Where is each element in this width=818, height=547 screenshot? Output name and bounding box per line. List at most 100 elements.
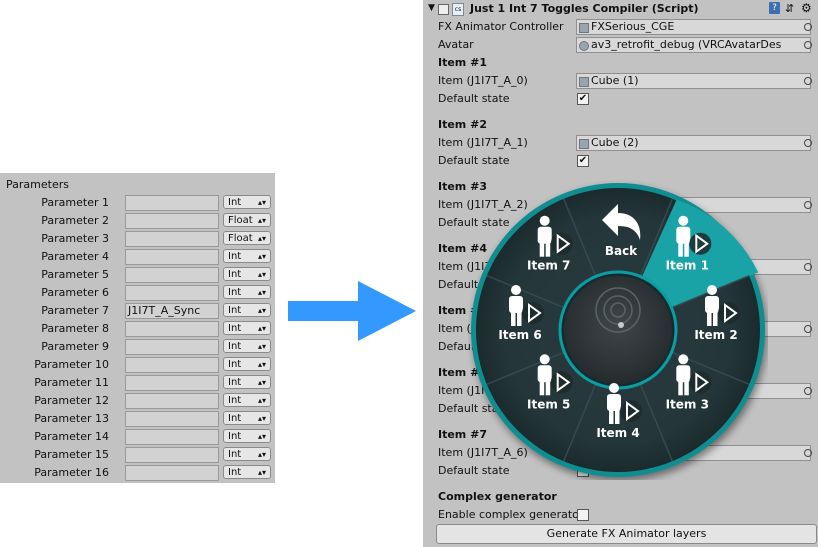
parameter-row: Parameter 11 Int ▴▾: [0, 374, 275, 392]
fx-controller-value: FXSerious_CGE: [591, 20, 675, 33]
item-section-title: Item #2: [438, 118, 487, 131]
parameter-row: Parameter 6 Int ▴▾: [0, 284, 275, 302]
fx-controller-field[interactable]: FXSerious_CGE: [576, 19, 811, 35]
parameter-label: Parameter 2: [41, 214, 109, 227]
parameter-type-select[interactable]: Int ▴▾: [223, 285, 271, 299]
parameter-row: Parameter 1 Int ▴▾: [0, 194, 275, 212]
dropdown-arrows-icon: ▴▾: [257, 324, 266, 333]
dropdown-arrows-icon: ▴▾: [257, 306, 266, 315]
default-state-label: Default state: [438, 92, 510, 105]
complex-generator-label: Enable complex generator: [438, 508, 584, 521]
parameter-type-value: Int: [228, 251, 242, 262]
dropdown-arrows-icon: ▴▾: [257, 342, 266, 351]
parameter-row: Parameter 12 Int ▴▾: [0, 392, 275, 410]
fx-controller-label: FX Animator Controller: [438, 20, 564, 33]
right-arrow-icon: [288, 281, 416, 341]
object-picker-icon[interactable]: [804, 325, 812, 333]
menu-item-label: Item 6: [498, 328, 541, 342]
object-picker-icon[interactable]: [804, 263, 812, 271]
parameter-type-select[interactable]: Int ▴▾: [223, 447, 271, 461]
parameter-type-select[interactable]: Int ▴▾: [223, 357, 271, 371]
menu-center[interactable]: [564, 276, 672, 384]
parameters-panel: Parameters Parameter 1 Int ▴▾ Parameter 2 …: [0, 173, 275, 483]
parameter-name-field[interactable]: [125, 339, 219, 355]
object-picker-icon[interactable]: [804, 387, 812, 395]
item-object-field[interactable]: Cube (2): [576, 135, 811, 151]
menu-item-label: Item 3: [666, 397, 709, 411]
parameter-row: Parameter 9 Int ▴▾: [0, 338, 275, 356]
default-state-checkbox[interactable]: ✔: [577, 93, 589, 105]
parameter-name-field[interactable]: [125, 429, 219, 445]
parameter-type-value: Float: [228, 215, 253, 226]
parameter-name-field[interactable]: [125, 267, 219, 283]
parameter-type-select[interactable]: Int ▴▾: [223, 411, 271, 425]
parameter-label: Parameter 8: [41, 322, 109, 335]
dropdown-arrows-icon: ▴▾: [257, 378, 266, 387]
dropdown-arrows-icon: ▴▾: [257, 396, 266, 405]
script-icon: cs: [452, 3, 464, 16]
complex-generator-checkbox[interactable]: [577, 509, 589, 521]
complex-generator-title: Complex generator: [438, 490, 557, 503]
parameter-name-field[interactable]: [125, 375, 219, 391]
parameter-name-field[interactable]: J1I7T_A_Sync: [125, 303, 219, 319]
parameter-label: Parameter 12: [34, 394, 109, 407]
parameter-type-select[interactable]: Int ▴▾: [223, 339, 271, 353]
parameter-type-select[interactable]: Int ▴▾: [223, 465, 271, 479]
parameter-name-field[interactable]: [125, 465, 219, 481]
default-state-checkbox[interactable]: ✔: [577, 155, 589, 167]
parameter-name-field[interactable]: [125, 357, 219, 373]
parameter-label: Parameter 10: [34, 358, 109, 371]
parameter-type-select[interactable]: Int ▴▾: [223, 303, 271, 317]
parameter-type-select[interactable]: Float ▴▾: [223, 213, 271, 227]
parameter-name-field[interactable]: [125, 249, 219, 265]
object-picker-icon[interactable]: [804, 41, 812, 49]
avatar-field[interactable]: av3_retrofit_debug (VRCAvatarDes: [576, 37, 811, 53]
parameter-name-field[interactable]: [125, 213, 219, 229]
dropdown-arrows-icon: ▴▾: [257, 414, 266, 423]
menu-item-label: Item 5: [527, 397, 570, 411]
parameter-label: Parameter 16: [34, 466, 109, 479]
help-icon[interactable]: ?: [769, 2, 780, 14]
item-object-label: Item (J1I7T_A_1): [438, 136, 528, 149]
animator-icon: [579, 23, 589, 33]
enable-checkbox[interactable]: [438, 4, 449, 15]
dropdown-arrows-icon: ▴▾: [257, 198, 266, 207]
parameter-type-select[interactable]: Int ▴▾: [223, 267, 271, 281]
parameter-type-value: Int: [228, 323, 242, 334]
parameter-type-select[interactable]: Int ▴▾: [223, 321, 271, 335]
object-picker-icon[interactable]: [804, 449, 812, 457]
play-toggle-icon: [550, 232, 573, 255]
avatar-value: av3_retrofit_debug (VRCAvatarDes: [591, 38, 782, 51]
foldout-arrow-icon[interactable]: ▼: [428, 3, 435, 13]
item-object-value: Cube (2): [591, 136, 639, 149]
parameter-type-select[interactable]: Int ▴▾: [223, 375, 271, 389]
parameter-name-field[interactable]: [125, 195, 219, 211]
generate-fx-layers-button[interactable]: Generate FX Animator layers: [436, 524, 817, 544]
parameter-type-value: Int: [228, 269, 242, 280]
object-picker-icon[interactable]: [804, 23, 812, 31]
object-picker-icon[interactable]: [804, 139, 812, 147]
radial-menu: Back Item 1 Item 2 Item 3 Item 4 Item 5 …: [471, 183, 767, 480]
parameter-type-select[interactable]: Float ▴▾: [223, 231, 271, 245]
presets-icon[interactable]: ⇵: [785, 2, 794, 15]
parameter-type-select[interactable]: Int ▴▾: [223, 195, 271, 209]
parameter-type-value: Int: [228, 395, 242, 406]
gear-icon[interactable]: ⚙: [801, 1, 812, 15]
object-picker-icon[interactable]: [804, 201, 812, 209]
dropdown-arrows-icon: ▴▾: [257, 234, 266, 243]
component-title: Just 1 Int 7 Toggles Compiler (Script): [470, 2, 699, 15]
parameter-name-field[interactable]: [125, 447, 219, 463]
parameter-name-field[interactable]: [125, 285, 219, 301]
parameter-name-field[interactable]: [125, 411, 219, 427]
parameter-type-select[interactable]: Int ▴▾: [223, 429, 271, 443]
parameter-type-select[interactable]: Int ▴▾: [223, 249, 271, 263]
parameter-row: Parameter 16 Int ▴▾: [0, 464, 275, 482]
dropdown-arrows-icon: ▴▾: [257, 288, 266, 297]
parameter-row: Parameter 7 J1I7T_A_Sync Int ▴▾: [0, 302, 275, 320]
item-object-field[interactable]: Cube (1): [576, 73, 811, 89]
parameter-name-field[interactable]: [125, 321, 219, 337]
object-picker-icon[interactable]: [804, 77, 812, 85]
parameter-name-field[interactable]: [125, 393, 219, 409]
parameter-name-field[interactable]: [125, 231, 219, 247]
parameter-type-select[interactable]: Int ▴▾: [223, 393, 271, 407]
